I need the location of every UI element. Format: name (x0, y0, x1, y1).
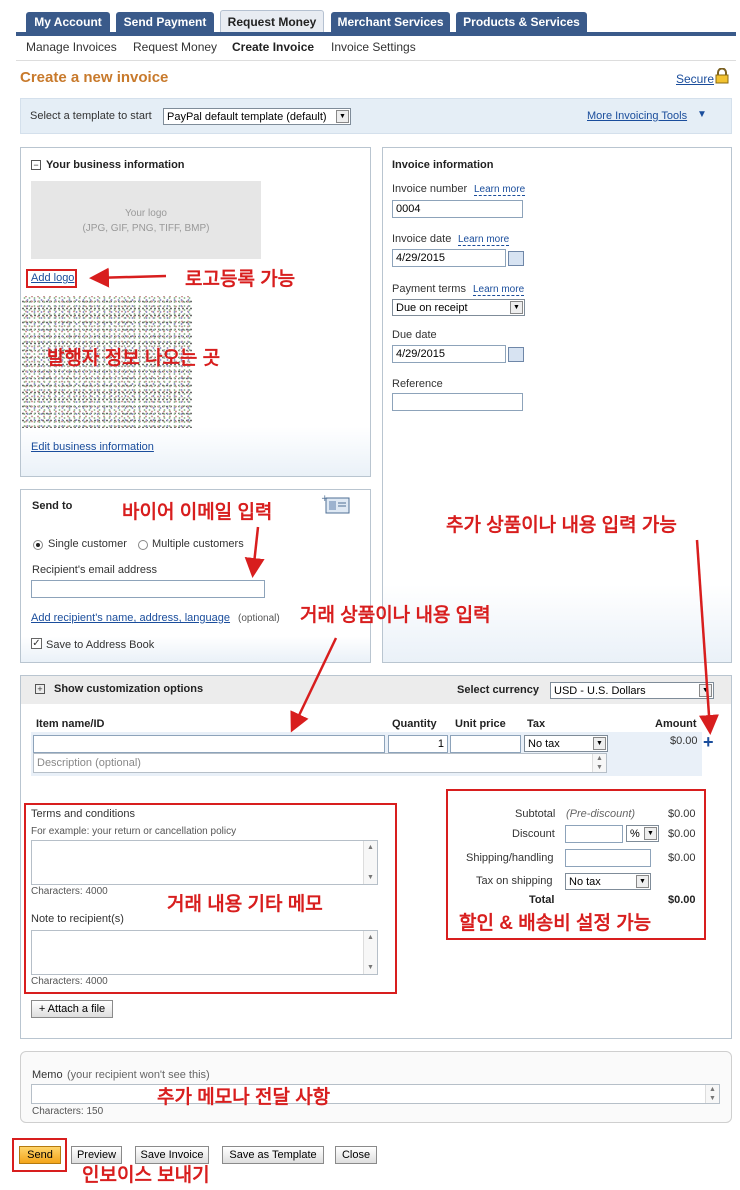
annotation-arrows (89, 267, 719, 735)
annotation-memo-terms: 거래 내용 기타 메모 (167, 894, 323, 915)
annotation-logo: 로고등록 가능 (185, 269, 296, 290)
annotation-discount-ship: 할인 & 배송비 설정 가능 (459, 913, 652, 934)
annotation-item-entry: 거래 상품이나 내용 입력 (300, 605, 491, 626)
annotation-extra-memo: 추가 메모나 전달 사항 (157, 1087, 331, 1108)
annotation-issuer: 발행자 정보 나오는 곳 (47, 348, 221, 369)
annotation-add-item: 추가 상품이나 내용 입력 가능 (446, 515, 677, 536)
annotation-send-invoice: 인보이스 보내기 (82, 1165, 210, 1186)
annotation-box-send (12, 1138, 67, 1172)
annotation-buyer-email: 바이어 이메일 입력 (122, 502, 273, 523)
